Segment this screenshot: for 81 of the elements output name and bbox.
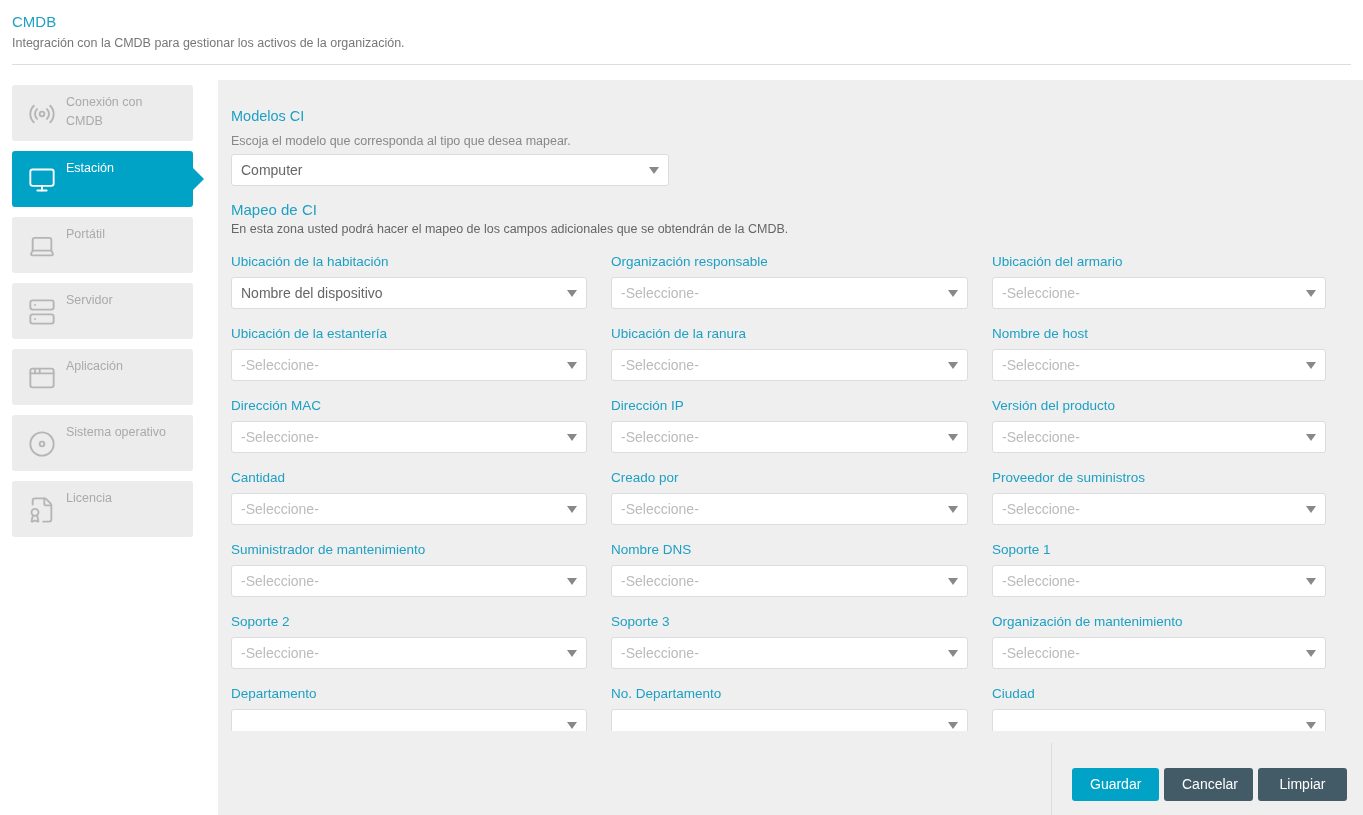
dropdown-caret-icon [948, 721, 958, 729]
dropdown-caret-icon [567, 433, 577, 441]
action-button[interactable]: Cancelar [1164, 768, 1253, 801]
action-button[interactable]: Limpiar [1258, 768, 1347, 801]
monitor-icon [28, 166, 56, 194]
mapping-select[interactable]: -Seleccione- [611, 421, 968, 453]
dropdown-caret-icon [948, 505, 958, 513]
page-title: CMDB [12, 12, 58, 32]
field-label: Soporte 2 [231, 613, 291, 631]
dropdown-caret-icon [1306, 505, 1316, 513]
dropdown-caret-icon [1306, 361, 1316, 369]
selected-pointer [193, 168, 204, 190]
dropdown-caret-icon [1306, 721, 1316, 729]
mapping-select[interactable]: -Seleccione- [231, 421, 587, 453]
field-label: Cantidad [231, 469, 287, 487]
field-label: Dirección IP [611, 397, 685, 415]
mapping-select[interactable]: -Seleccione- [992, 637, 1326, 669]
model-select[interactable]: Computer [231, 154, 669, 186]
mapping-select[interactable]: -Seleccione- [992, 493, 1326, 525]
sidebar-tab[interactable]: Sistema operativo [12, 415, 193, 471]
dropdown-caret-icon [948, 361, 958, 369]
dropdown-caret-icon [948, 649, 958, 657]
dropdown-caret-icon [567, 361, 577, 369]
field-label: Versión del producto [992, 397, 1117, 415]
field-label: Organización responsable [611, 253, 769, 271]
mapping-select[interactable]: -Seleccione- [231, 565, 587, 597]
section-title: Mapeo de CI [231, 200, 318, 220]
dropdown-caret-icon [567, 649, 577, 657]
field-label: Suministrador de mantenimiento [231, 541, 427, 559]
field-label: Soporte 3 [611, 613, 671, 631]
dropdown-caret-icon [1306, 289, 1316, 297]
field-label: Creado por [611, 469, 680, 487]
field-label: Departamento [231, 685, 318, 703]
field-label: Ubicación de la habitación [231, 253, 390, 271]
field-label: Ubicación de la estantería [231, 325, 389, 343]
dropdown-caret-icon [567, 721, 577, 729]
mapping-select[interactable]: -Seleccione- [611, 565, 968, 597]
sidebar-tab[interactable]: Licencia [12, 481, 193, 537]
mapping-select[interactable]: Nombre del dispositivo [231, 277, 587, 309]
dropdown-caret-icon [1306, 649, 1316, 657]
field-label: No. Departamento [611, 685, 723, 703]
mapping-select[interactable]: -Seleccione- [992, 277, 1326, 309]
dropdown-caret-icon [948, 289, 958, 297]
sidebar-tab[interactable]: Portátil [12, 217, 193, 273]
sidebar-tab[interactable]: Servidor [12, 283, 193, 339]
field-label: Ubicación de la ranura [611, 325, 748, 343]
mapping-select[interactable]: -Seleccione- [992, 421, 1326, 453]
mapping-select[interactable]: -Seleccione- [611, 493, 968, 525]
field-label: Ciudad [992, 685, 1036, 703]
field-label: Soporte 1 [992, 541, 1052, 559]
page-description: Integración con la CMDB para gestionar los activos de la organización. [12, 35, 406, 52]
dropdown-caret-icon [567, 577, 577, 585]
mapping-select[interactable]: -Seleccione- [611, 637, 968, 669]
mapping-select[interactable]: -Seleccione- [231, 637, 587, 669]
disc-icon [28, 430, 56, 458]
save-button[interactable]: Guardar [1072, 768, 1159, 801]
mapping-select[interactable]: -Seleccione- [231, 493, 587, 525]
field-label: Proveedor de suministros [992, 469, 1147, 487]
mapping-select[interactable]: -Seleccione- [992, 349, 1326, 381]
mapping-select[interactable]: -Seleccione- [231, 349, 587, 381]
sidebar-tab[interactable]: Conexión con CMDB [12, 85, 193, 141]
mapping-select[interactable]: -Seleccione- [611, 277, 968, 309]
section-title: Modelos CI [231, 107, 306, 126]
dropdown-caret-icon [649, 166, 659, 174]
field-label: Dirección MAC [231, 397, 323, 415]
field-label: Organización de mantenimiento [992, 613, 1184, 631]
dropdown-caret-icon [948, 433, 958, 441]
mapping-select[interactable]: -Seleccione- [611, 349, 968, 381]
mapping-select[interactable]: -Seleccione- [992, 565, 1326, 597]
sidebar-tab[interactable]: Aplicación [12, 349, 193, 405]
field-label: Nombre DNS [611, 541, 693, 559]
field-label: Nombre de host [992, 325, 1090, 343]
dropdown-caret-icon [1306, 433, 1316, 441]
section-hint: En esta zona usted podrá hacer el mapeo de los campos adicionales que se obtendrán de la CMDB. [231, 221, 790, 238]
server-icon [28, 298, 56, 326]
dropdown-caret-icon [567, 289, 577, 297]
dropdown-caret-icon [1306, 577, 1316, 585]
section-hint: Escoja el modelo que corresponda al tipo que desea mapear. [231, 133, 572, 150]
dropdown-caret-icon [948, 577, 958, 585]
dropdown-caret-icon [567, 505, 577, 513]
field-label: Ubicación del armario [992, 253, 1124, 271]
